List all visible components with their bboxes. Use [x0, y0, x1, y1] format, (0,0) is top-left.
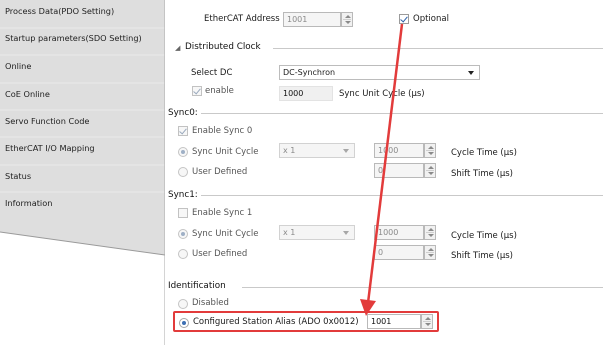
dc-sync-unit-cycle-label: Sync Unit Cycle (μs)	[339, 89, 425, 99]
group-divider	[242, 287, 603, 288]
sync0-sync-unit-cycle-radio[interactable]	[178, 147, 188, 157]
sync1-multiplier-dropdown[interactable]: x 1	[279, 225, 355, 240]
nav-item-online[interactable]: Online	[5, 56, 165, 76]
nav-item-process-data[interactable]: Process Data(PDO Setting)	[5, 1, 165, 21]
sync0-user-defined-radio[interactable]	[178, 167, 188, 177]
sync1-enable-checkbox[interactable]	[178, 208, 188, 218]
group-divider	[201, 113, 603, 114]
sync0-user-defined-label: User Defined	[192, 167, 248, 177]
collapse-triangle-icon[interactable]: ◢	[175, 44, 180, 52]
ethercat-address-spinner[interactable]	[341, 12, 353, 27]
optional-label: Optional	[413, 14, 449, 24]
sync1-shift-time-label: Shift Time (μs)	[451, 251, 513, 261]
nav-item-coe-online[interactable]: CoE Online	[5, 84, 165, 104]
nav-item-startup-parameters[interactable]: Startup parameters(SDO Setting)	[5, 28, 165, 48]
settings-panel: EtherCAT Address 1001 Optional ◢ Distrib…	[168, 0, 606, 345]
optional-checkbox[interactable]	[399, 14, 409, 24]
dc-enable-label: enable	[205, 86, 234, 96]
sync0-multiplier-value: x 1	[283, 146, 296, 155]
sync0-title: Sync0:	[168, 108, 198, 118]
select-dc-value: DC-Synchron	[283, 68, 336, 77]
station-alias-field[interactable]: 1001	[367, 314, 421, 329]
sync1-cycle-spinner[interactable]	[424, 225, 436, 240]
ethercat-address-field[interactable]: 1001	[283, 12, 341, 27]
sync1-title: Sync1:	[168, 190, 198, 200]
identification-disabled-radio[interactable]	[178, 299, 188, 309]
sync1-multiplier-value: x 1	[283, 228, 296, 237]
sync1-shift-spinner[interactable]	[424, 245, 436, 260]
sync0-multiplier-dropdown[interactable]: x 1	[279, 143, 355, 158]
sync1-enable-label: Enable Sync 1	[192, 208, 253, 218]
sync1-sync-unit-cycle-radio[interactable]	[178, 229, 188, 239]
sync0-cycle-time-label: Cycle Time (μs)	[451, 148, 517, 158]
identification-disabled-label: Disabled	[192, 298, 229, 308]
sync1-shift-field[interactable]: 0	[374, 245, 424, 260]
identification-title: Identification	[168, 281, 226, 291]
sync0-sync-unit-cycle-label: Sync Unit Cycle	[192, 147, 259, 157]
sync1-user-defined-label: User Defined	[192, 249, 248, 259]
chevron-down-icon	[343, 231, 349, 235]
station-alias-spinner[interactable]	[421, 314, 433, 329]
sync0-cycle-field[interactable]: 1000	[374, 143, 424, 158]
sync0-shift-time-label: Shift Time (μs)	[451, 169, 513, 179]
group-divider	[201, 195, 603, 196]
nav-item-information[interactable]: Information	[5, 193, 165, 213]
group-divider	[273, 48, 603, 49]
ethercat-address-label: EtherCAT Address	[204, 14, 280, 24]
configured-station-alias-label: Configured Station Alias (ADO 0x0012)	[193, 317, 359, 327]
select-dc-dropdown[interactable]: DC-Synchron	[279, 65, 480, 80]
sync0-enable-label: Enable Sync 0	[192, 126, 253, 136]
nav-item-status[interactable]: Status	[5, 166, 165, 186]
settings-navigation: Process Data(PDO Setting) Startup parame…	[0, 0, 165, 345]
sync1-sync-unit-cycle-label: Sync Unit Cycle	[192, 229, 259, 239]
sync0-enable-checkbox[interactable]	[178, 126, 188, 136]
sync0-cycle-spinner[interactable]	[424, 143, 436, 158]
distributed-clock-title: Distributed Clock	[185, 42, 261, 52]
nav-item-ethercat-io-mapping[interactable]: EtherCAT I/O Mapping	[5, 138, 165, 158]
sync1-cycle-time-label: Cycle Time (μs)	[451, 231, 517, 241]
sync1-cycle-field[interactable]: 1000	[374, 225, 424, 240]
chevron-down-icon	[343, 149, 349, 153]
dc-sync-unit-cycle-field[interactable]: 1000	[279, 86, 333, 101]
sync0-shift-field[interactable]: 0	[374, 163, 424, 178]
configured-station-alias-radio[interactable]	[179, 318, 189, 328]
dc-enable-checkbox[interactable]	[192, 86, 202, 96]
sync0-shift-spinner[interactable]	[424, 163, 436, 178]
nav-item-servo-function-code[interactable]: Servo Function Code	[5, 111, 165, 131]
chevron-down-icon	[468, 71, 474, 75]
sync1-user-defined-radio[interactable]	[178, 249, 188, 259]
select-dc-label: Select DC	[191, 68, 233, 78]
